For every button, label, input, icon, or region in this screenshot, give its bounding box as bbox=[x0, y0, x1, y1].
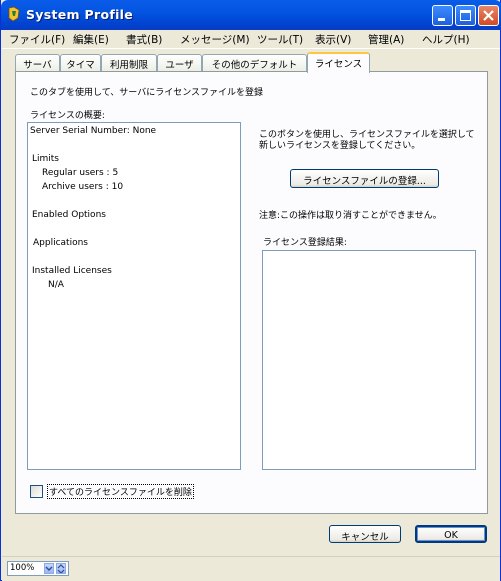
license-result-box[interactable] bbox=[262, 250, 476, 470]
enabled-options-heading: Enabled Options bbox=[32, 210, 106, 220]
tab-server[interactable]: サーバ bbox=[15, 54, 60, 71]
menu-tools[interactable]: ツール(T) bbox=[257, 32, 303, 47]
app-icon bbox=[8, 6, 20, 22]
zoom-down-button[interactable] bbox=[44, 563, 54, 574]
menu-help[interactable]: ヘルプ(H) bbox=[422, 32, 470, 47]
menu-view[interactable]: 表示(V) bbox=[315, 32, 351, 47]
cancel-button[interactable]: キャンセル bbox=[329, 525, 401, 543]
system-profile-window: System Profile ファイル(F) 編集(E) 書式(B) メッセージ… bbox=[0, 0, 501, 581]
serial-number-text: Server Serial Number: None bbox=[30, 126, 157, 136]
regular-users-text: Regular users : 5 bbox=[42, 168, 119, 178]
limits-heading: Limits bbox=[32, 154, 59, 164]
applications-heading: Applications bbox=[33, 238, 88, 248]
menu-format[interactable]: 書式(B) bbox=[126, 32, 162, 47]
installed-licenses-value: N/A bbox=[48, 280, 64, 290]
license-summary-box[interactable]: Server Serial Number: None Limits Regula… bbox=[27, 122, 241, 470]
result-label: ライセンス登録結果: bbox=[263, 238, 347, 248]
menu-admin[interactable]: 管理(A) bbox=[368, 32, 404, 47]
tab-timer[interactable]: タイマ bbox=[60, 54, 101, 71]
title-bar[interactable]: System Profile bbox=[1, 0, 501, 30]
minimize-button[interactable] bbox=[432, 5, 453, 26]
window-title: System Profile bbox=[26, 7, 134, 22]
summary-label: ライセンスの概要: bbox=[30, 111, 105, 121]
archive-users-text: Archive users : 10 bbox=[42, 182, 124, 192]
register-license-button[interactable]: ライセンスファイルの登録... bbox=[290, 169, 439, 188]
tab-limits[interactable]: 利用制限 bbox=[101, 54, 157, 71]
maximize-button[interactable] bbox=[455, 5, 476, 26]
menu-file[interactable]: ファイル(F) bbox=[9, 32, 65, 47]
warning-text: 注意:この操作は取り消すことができません。 bbox=[259, 211, 442, 221]
menu-edit[interactable]: 編集(E) bbox=[73, 32, 109, 47]
close-icon bbox=[483, 10, 494, 21]
minimize-icon bbox=[438, 18, 445, 21]
maximize-icon bbox=[460, 10, 471, 21]
tab-users[interactable]: ユーザ bbox=[157, 54, 202, 71]
zoom-value: 100% bbox=[10, 563, 35, 573]
zoom-select[interactable]: 100% bbox=[7, 561, 69, 576]
delete-all-licenses-checkbox[interactable] bbox=[30, 485, 43, 498]
close-button[interactable] bbox=[478, 5, 499, 26]
menu-message[interactable]: メッセージ(M) bbox=[180, 32, 250, 47]
instruction-line-2: 新しいライセンスを登録してください。 bbox=[259, 141, 421, 151]
zoom-spin-button[interactable] bbox=[56, 563, 66, 574]
ok-button[interactable]: OK bbox=[415, 525, 487, 543]
delete-all-licenses-label[interactable]: すべてのライセンスファイルを削除 bbox=[47, 484, 194, 499]
chevron-down-icon bbox=[45, 566, 53, 571]
status-bar: 100% bbox=[2, 556, 500, 581]
tab-license[interactable]: ライセンス bbox=[307, 52, 370, 73]
installed-licenses-heading: Installed Licenses bbox=[32, 266, 112, 276]
spin-arrows-icon bbox=[57, 564, 65, 574]
tab-other-defaults[interactable]: その他のデフォルト bbox=[202, 54, 307, 71]
panel-description: このタブを使用して、サーバにライセンスファイルを登録 bbox=[30, 88, 264, 98]
menu-bar: ファイル(F) 編集(E) 書式(B) メッセージ(M) ツール(T) 表示(V… bbox=[2, 30, 500, 49]
